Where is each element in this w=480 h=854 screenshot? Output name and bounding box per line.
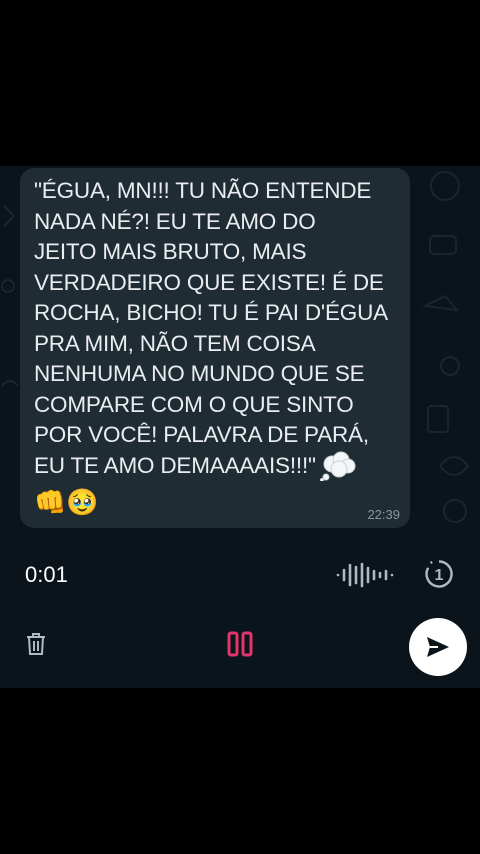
recording-timer: 0:01: [25, 562, 68, 587]
waveform-icon: [336, 562, 394, 588]
send-button[interactable]: [409, 618, 467, 676]
send-icon: [427, 637, 449, 657]
message-text: "ÉGUA, MN!!! TU NÃO ENTENDE NADA NÉ?! EU…: [34, 178, 388, 478]
view-once-icon[interactable]: 1: [424, 559, 454, 589]
message-bubble[interactable]: "ÉGUA, MN!!! TU NÃO ENTENDE NADA NÉ?! EU…: [20, 168, 410, 528]
trash-icon[interactable]: [25, 632, 47, 656]
view-once-label: 1: [435, 567, 444, 584]
thought-balloon-icon: [319, 451, 356, 481]
emoji-row: 👊🥹: [34, 485, 396, 519]
message-timestamp: 22:39: [367, 507, 400, 522]
screen: "ÉGUA, MN!!! TU NÃO ENTENDE NADA NÉ?! EU…: [0, 0, 480, 854]
voice-recorder-bar: 0:01 1: [0, 538, 480, 688]
holding-back-tears-emoji: 🥹: [66, 487, 99, 517]
chat-area: "ÉGUA, MN!!! TU NÃO ENTENDE NADA NÉ?! EU…: [0, 166, 480, 538]
oncoming-fist-emoji: 👊: [34, 487, 67, 517]
pause-icon[interactable]: [227, 631, 253, 657]
